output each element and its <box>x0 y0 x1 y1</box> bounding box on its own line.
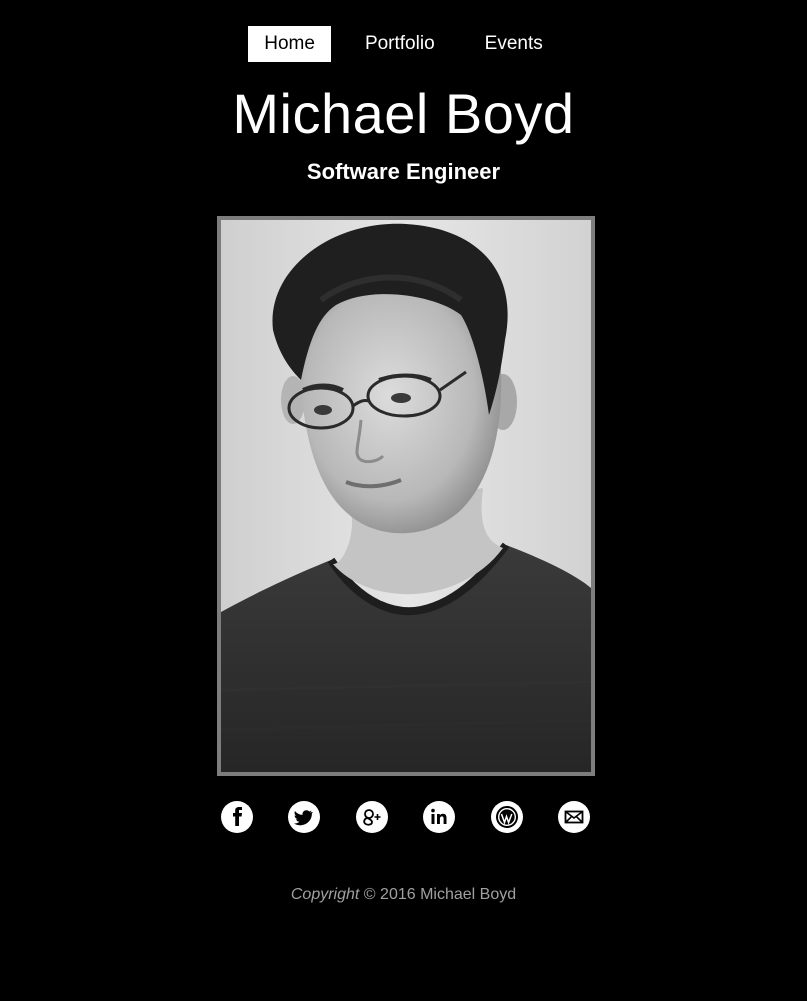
nav-portfolio[interactable]: Portfolio <box>349 26 451 62</box>
page-subtitle: Software Engineer <box>306 159 501 184</box>
nav-events[interactable]: Events <box>469 26 559 62</box>
copyright-text: © 2016 Michael Boyd <box>359 886 517 903</box>
facebook-icon[interactable] <box>221 801 253 833</box>
email-icon[interactable] <box>558 801 590 833</box>
twitter-icon[interactable] <box>288 801 320 833</box>
social-links <box>221 801 591 833</box>
wordpress-icon[interactable] <box>491 801 523 833</box>
profile-photo <box>217 216 595 776</box>
google-plus-icon[interactable] <box>356 801 388 833</box>
page-title: Michael Boyd <box>232 82 575 145</box>
portrait-illustration <box>221 220 591 772</box>
main-nav: Home Portfolio Events <box>0 26 807 62</box>
nav-home[interactable]: Home <box>248 26 331 62</box>
copyright-label: Copyright <box>290 886 360 903</box>
footer-copyright: Copyright © 2016 Michael Boyd <box>0 886 807 904</box>
linkedin-icon[interactable] <box>423 801 455 833</box>
